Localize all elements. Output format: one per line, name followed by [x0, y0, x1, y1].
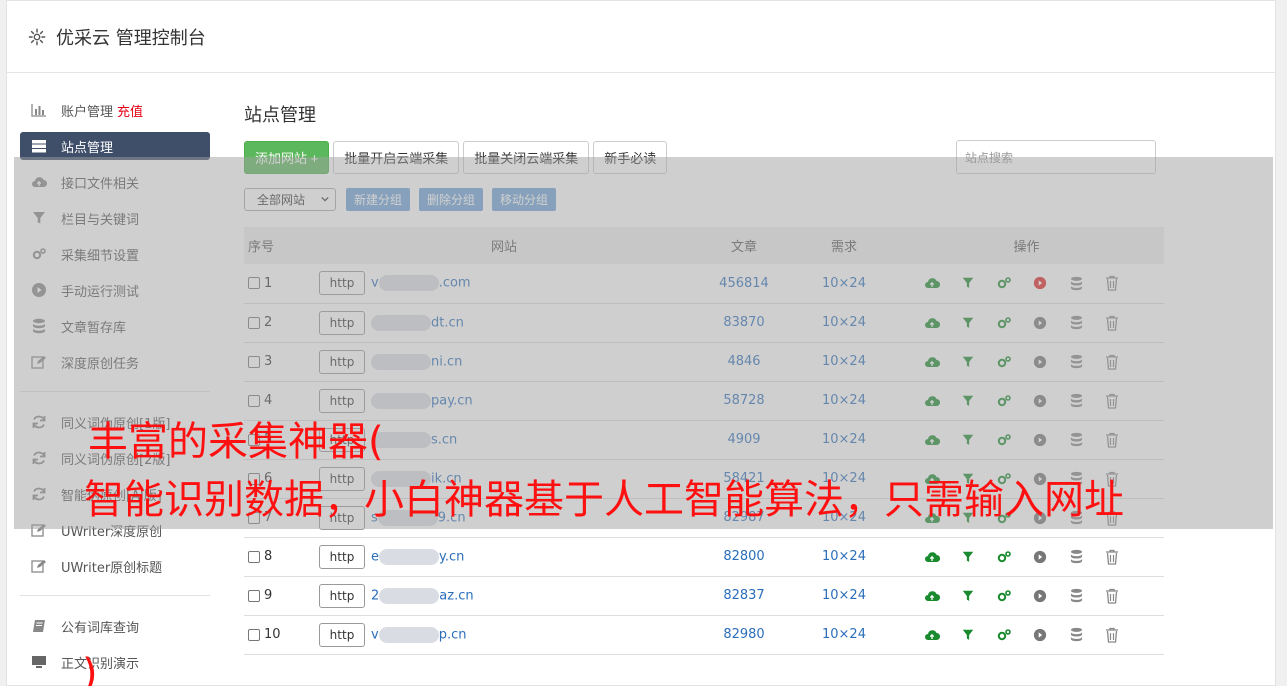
- edit-icon: [31, 558, 47, 574]
- sidebar-divider: [20, 595, 210, 596]
- overlay-text-line1: 丰富的采集神器(: [88, 419, 384, 465]
- sidebar-item-label: 账户管理: [61, 104, 114, 120]
- book-icon: [31, 618, 47, 634]
- overlay-banner: [14, 157, 1273, 529]
- demand-value[interactable]: 10×24: [799, 576, 889, 615]
- database-icon[interactable]: [1068, 627, 1084, 643]
- demand-value[interactable]: 10×24: [799, 615, 889, 654]
- table-row: 9 http 2 az.cn 82837 10×24: [244, 576, 1164, 615]
- sidebar-item-label: 公有词库查询: [61, 620, 140, 636]
- site-domain-suffix[interactable]: p.cn: [439, 627, 467, 642]
- page-title: 站点管理: [244, 105, 316, 126]
- row-checkbox[interactable]: [248, 550, 260, 563]
- filter-icon[interactable]: [960, 549, 976, 565]
- table-row: 8 http e y.cn 82800 10×24: [244, 537, 1164, 576]
- cloud-upload-icon[interactable]: [924, 549, 940, 565]
- play-circle-icon[interactable]: [1032, 588, 1048, 604]
- site-domain-prefix[interactable]: e: [371, 549, 379, 564]
- sidebar-item-group1-0[interactable]: 账户管理 充值: [20, 92, 210, 128]
- site-domain-suffix[interactable]: az.cn: [439, 588, 473, 603]
- database-icon[interactable]: [1068, 549, 1084, 565]
- row-checkbox[interactable]: [248, 628, 260, 641]
- row-number: 8: [264, 549, 273, 564]
- row-actions: [889, 615, 1164, 654]
- site-domain-prefix[interactable]: 2: [371, 588, 379, 603]
- gear-icon: [28, 28, 46, 45]
- filter-icon[interactable]: [960, 588, 976, 604]
- gears-icon[interactable]: [996, 549, 1012, 565]
- app-header: 优采云 管理控制台: [7, 1, 1275, 73]
- sidebar-item-group3-1[interactable]: 正文识别演示: [20, 644, 210, 680]
- sidebar-item-label: UWriter原创标题: [61, 560, 163, 576]
- play-circle-icon[interactable]: [1032, 627, 1048, 643]
- sidebar-item-group2-4[interactable]: UWriter原创标题: [20, 548, 210, 584]
- article-count[interactable]: 82980: [689, 615, 799, 654]
- site-domain-suffix[interactable]: y.cn: [439, 549, 464, 564]
- site-domain-prefix[interactable]: v: [371, 627, 379, 642]
- overlay-text-line3: ): [82, 651, 98, 686]
- http-badge: http: [319, 544, 365, 569]
- row-actions: [889, 537, 1164, 576]
- gears-icon[interactable]: [996, 588, 1012, 604]
- overlay-text-line2: 智能识别数据，小白神器基于人工智能算法，只需输入网址: [84, 477, 1124, 523]
- filter-icon[interactable]: [960, 627, 976, 643]
- server-icon: [31, 138, 47, 154]
- article-count[interactable]: 82800: [689, 537, 799, 576]
- http-badge: http: [319, 583, 365, 608]
- row-actions: [889, 576, 1164, 615]
- sidebar-item-group1-1[interactable]: 站点管理: [20, 132, 210, 160]
- trash-icon[interactable]: [1104, 627, 1120, 643]
- sidebar-item-label: 正文识别演示: [61, 656, 140, 672]
- play-circle-icon[interactable]: [1032, 549, 1048, 565]
- gears-icon[interactable]: [996, 627, 1012, 643]
- row-checkbox[interactable]: [248, 589, 260, 602]
- sidebar-item-label: 站点管理: [61, 140, 114, 156]
- database-icon[interactable]: [1068, 588, 1084, 604]
- sidebar-item-group3-0[interactable]: 公有词库查询: [20, 608, 210, 644]
- row-number: 10: [264, 627, 281, 642]
- http-badge: http: [319, 622, 365, 647]
- redacted-domain: [379, 548, 439, 565]
- cloud-upload-icon[interactable]: [924, 627, 940, 643]
- table-row: 10 http v p.cn 82980 10×24: [244, 615, 1164, 654]
- app-title: 优采云 管理控制台: [56, 27, 206, 49]
- redacted-domain: [379, 587, 440, 604]
- redacted-domain: [378, 626, 439, 643]
- trash-icon[interactable]: [1104, 588, 1120, 604]
- demand-value[interactable]: 10×24: [799, 537, 889, 576]
- recharge-link[interactable]: 充值: [117, 101, 143, 120]
- bar-chart-icon: [31, 102, 47, 118]
- row-number: 9: [264, 588, 273, 603]
- cloud-upload-icon[interactable]: [924, 588, 940, 604]
- monitor-icon: [31, 654, 47, 670]
- trash-icon[interactable]: [1104, 549, 1120, 565]
- article-count[interactable]: 82837: [689, 576, 799, 615]
